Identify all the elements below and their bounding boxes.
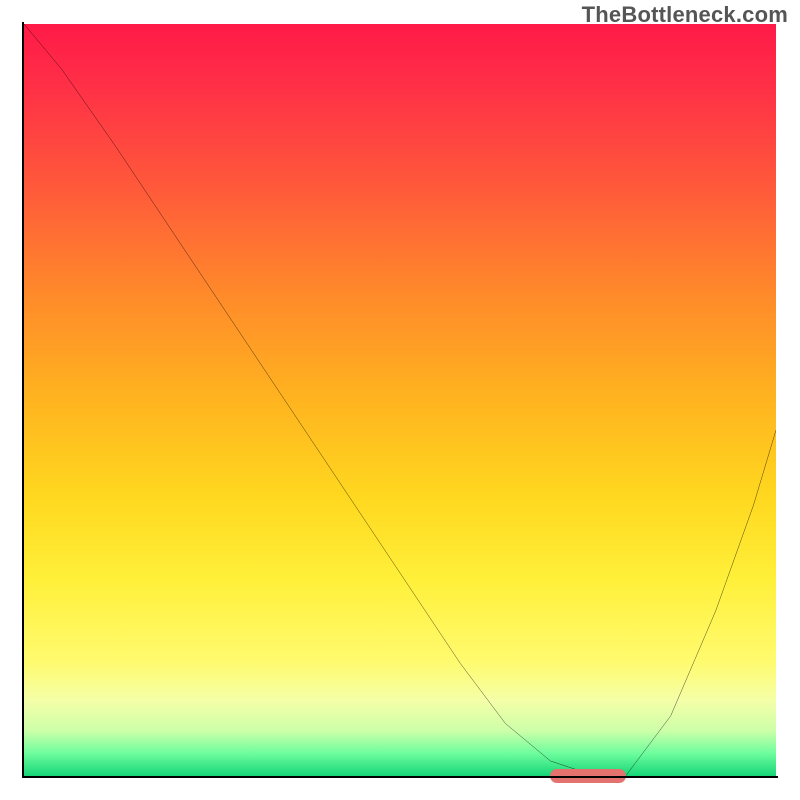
axis-bottom — [22, 776, 778, 778]
axis-left — [22, 22, 24, 778]
bottleneck-curve — [24, 24, 776, 776]
chart-plot-area — [24, 24, 776, 776]
bottleneck-curve-svg — [24, 24, 776, 776]
